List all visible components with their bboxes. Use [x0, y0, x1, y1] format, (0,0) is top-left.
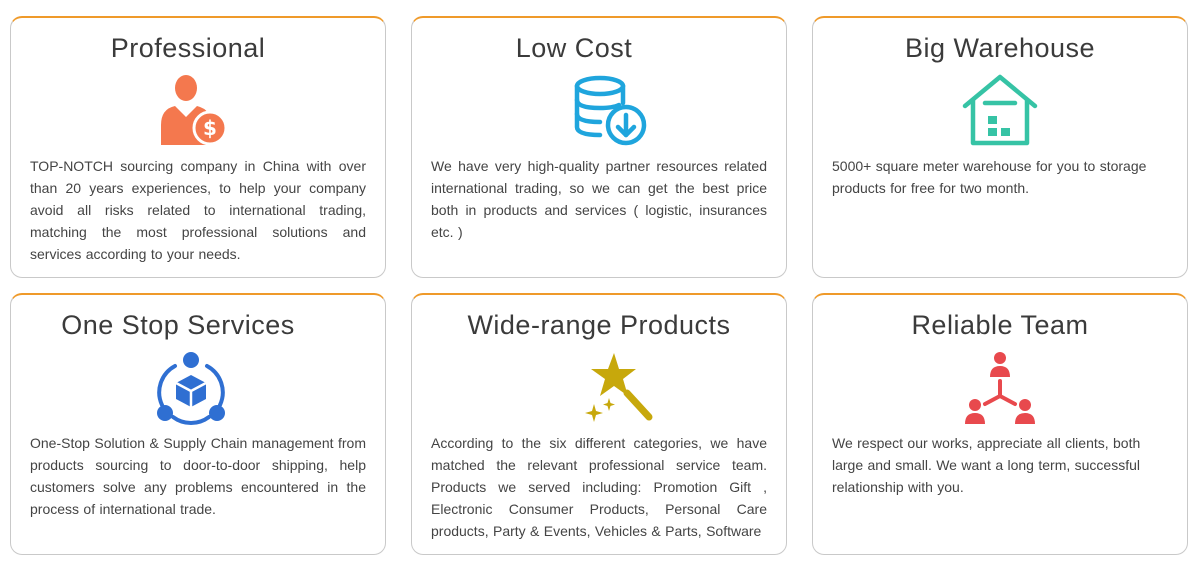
- card-title: Professional: [110, 33, 266, 63]
- database-download-icon: [573, 73, 649, 149]
- card-description: According to the six different categorie…: [431, 435, 767, 539]
- card-description: TOP-NOTCH sourcing company in China with…: [30, 158, 366, 262]
- feature-card-low-cost: Low Cost We have very high-quality partn…: [411, 16, 787, 278]
- feature-card-professional: Professional $ TOP-NOTCH sourcing compan…: [10, 16, 386, 278]
- card-description: We respect our works, appreciate all cli…: [832, 435, 1141, 495]
- card-title: Big Warehouse: [904, 33, 1096, 63]
- feature-card-wide-range-products: Wide-range Products According to the six…: [411, 293, 787, 555]
- box-network-icon: [153, 350, 229, 426]
- professional-person-dollar-icon: $: [153, 73, 229, 149]
- card-title: Reliable Team: [911, 310, 1089, 340]
- card-title: Wide-range Products: [467, 310, 731, 340]
- team-hierarchy-icon: [962, 350, 1038, 426]
- card-description: We have very high-quality partner resour…: [431, 158, 767, 240]
- feature-card-reliable-team: Reliable Team We respect our works, appr…: [812, 293, 1188, 555]
- svg-text:$: $: [203, 116, 217, 140]
- card-description: 5000+ square meter warehouse for you to …: [832, 158, 1147, 196]
- card-title: One Stop Services: [61, 310, 295, 340]
- feature-card-one-stop-services: One Stop Services One-Stop Solution & Su…: [10, 293, 386, 555]
- magic-wand-star-icon: [583, 350, 659, 426]
- feature-card-big-warehouse: Big Warehouse 5000+ square meter warehou…: [812, 16, 1188, 278]
- warehouse-icon: [962, 73, 1038, 149]
- card-title: Low Cost: [515, 33, 633, 63]
- card-description: One-Stop Solution & Supply Chain managem…: [30, 435, 366, 517]
